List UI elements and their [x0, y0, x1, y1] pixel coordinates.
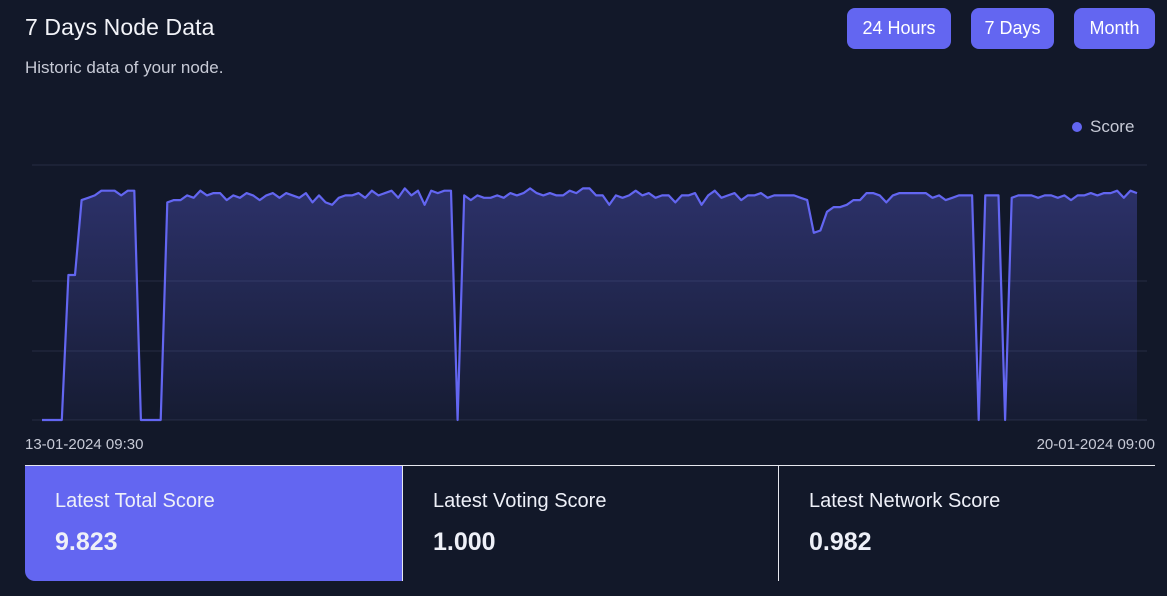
voting-score-value: 1.000 [433, 528, 496, 556]
legend-dot-icon [1072, 122, 1082, 132]
range-7-days-button[interactable]: 7 Days [971, 8, 1054, 49]
voting-score-label: Latest Voting Score [433, 490, 607, 512]
x-axis-start-label: 13-01-2024 09:30 [25, 436, 144, 453]
chart-legend[interactable]: Score [1072, 117, 1134, 137]
network-score-card[interactable]: Latest Network Score 0.982 [779, 466, 1155, 581]
total-score-label: Latest Total Score [55, 490, 215, 512]
range-24-hours-button[interactable]: 24 Hours [847, 8, 951, 49]
range-month-button[interactable]: Month [1074, 8, 1155, 49]
page-title: 7 Days Node Data [25, 14, 215, 40]
network-score-label: Latest Network Score [809, 490, 1001, 512]
network-score-value: 0.982 [809, 528, 872, 556]
x-axis-end-label: 20-01-2024 09:00 [1036, 436, 1155, 453]
total-score-value: 9.823 [55, 528, 118, 556]
score-summary-cards: Latest Total Score 9.823 Latest Voting S… [25, 465, 1155, 581]
voting-score-card[interactable]: Latest Voting Score 1.000 [403, 466, 778, 581]
legend-label-score: Score [1090, 117, 1135, 136]
score-area-chart [32, 164, 1147, 422]
page-subtitle: Historic data of your node. [25, 58, 224, 77]
total-score-card[interactable]: Latest Total Score 9.823 [25, 466, 402, 581]
